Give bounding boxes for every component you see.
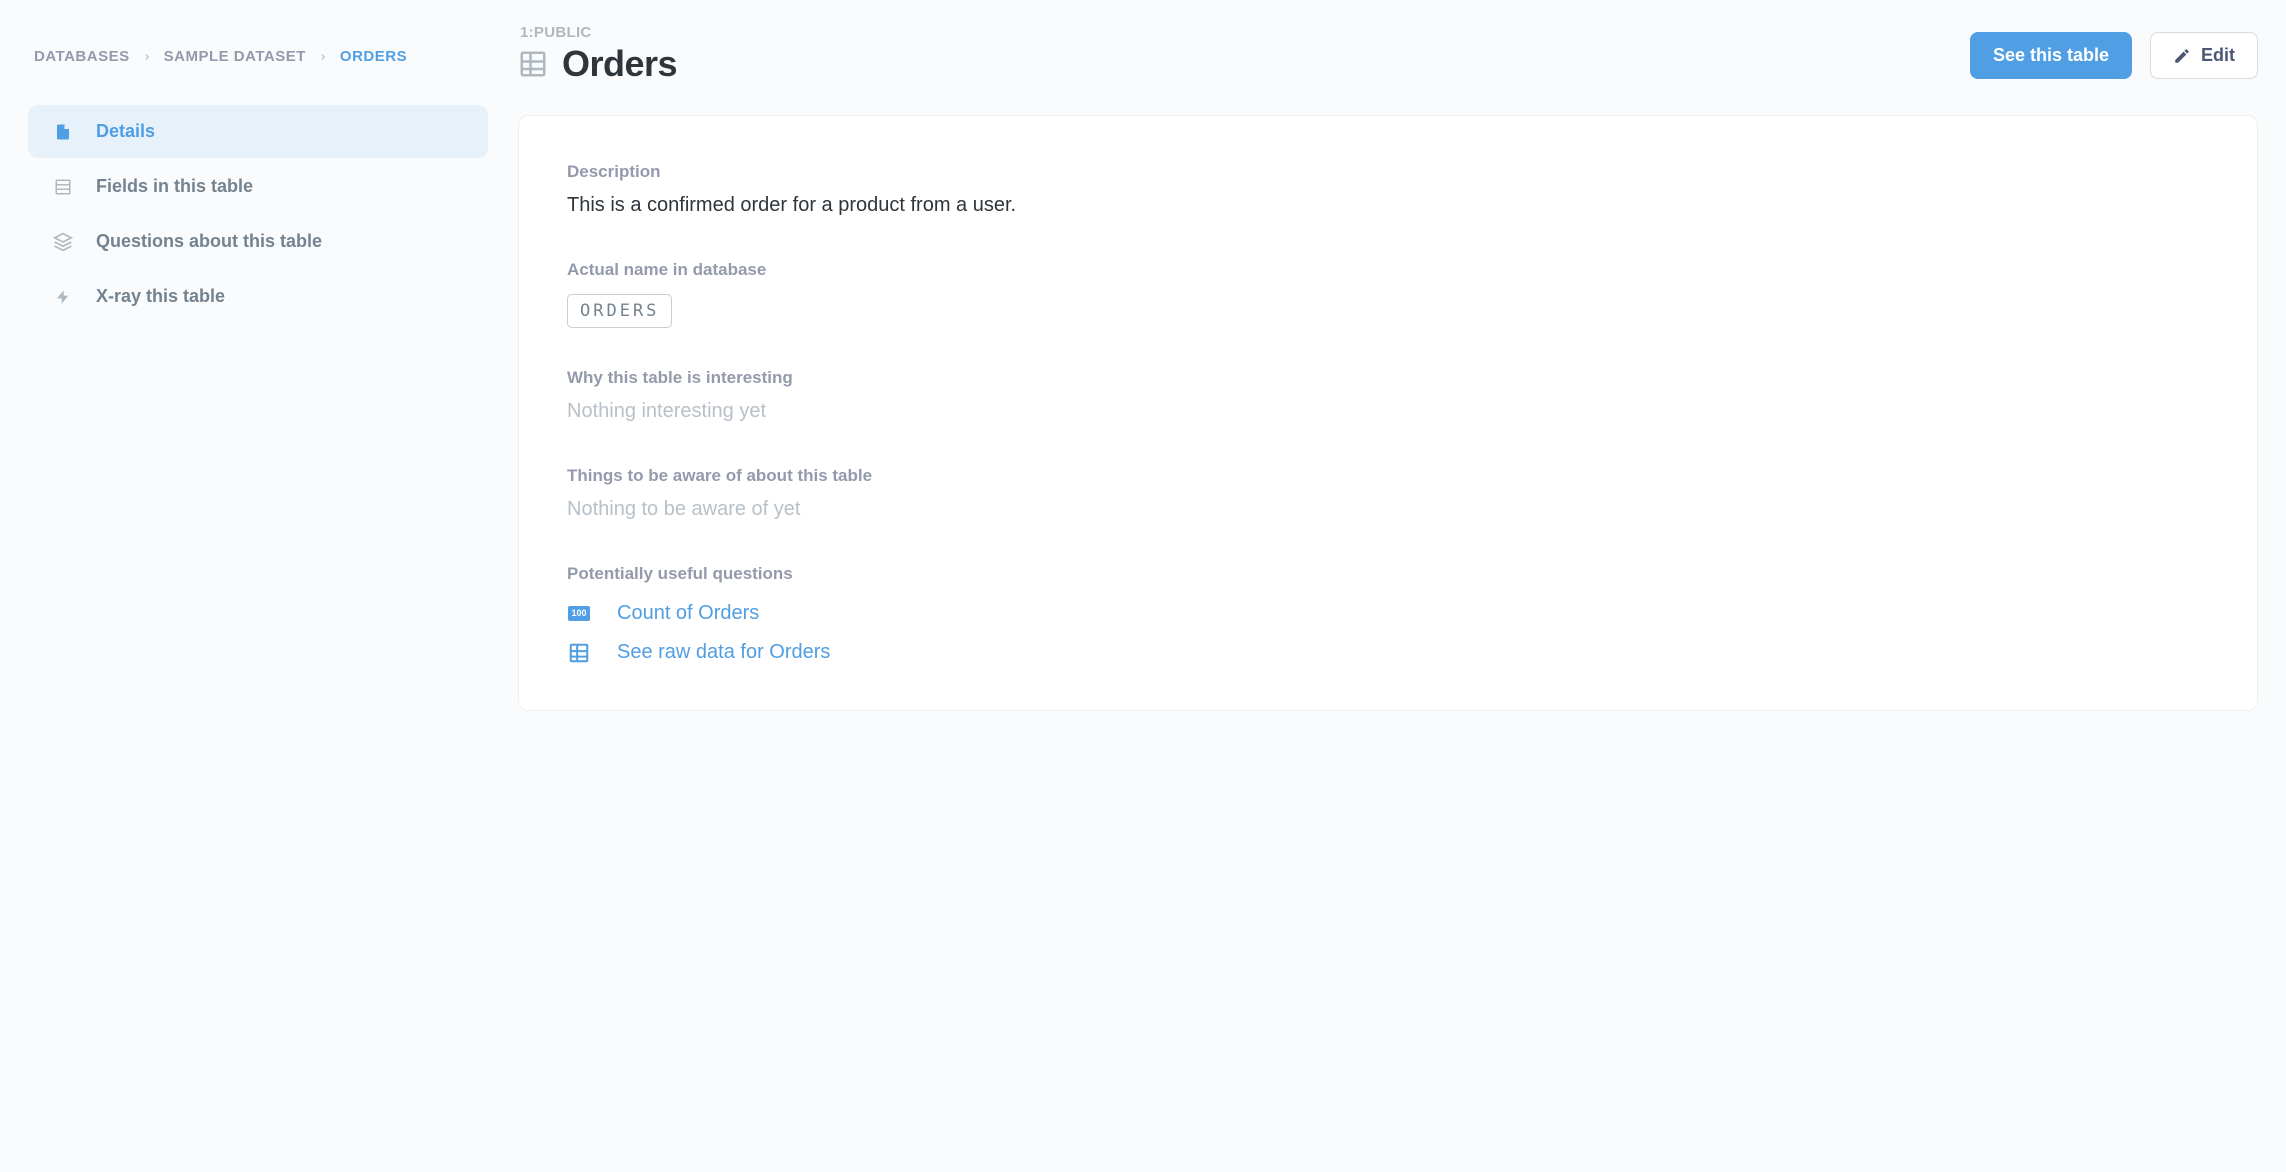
question-label: See raw data for Orders xyxy=(617,641,830,664)
edit-button[interactable]: Edit xyxy=(2150,32,2258,79)
actual-name-label: Actual name in database xyxy=(567,260,2209,280)
question-count-of-orders[interactable]: 100 Count of Orders xyxy=(567,602,2209,625)
fields-icon xyxy=(52,177,74,197)
breadcrumb-databases[interactable]: DATABASES xyxy=(34,48,130,65)
details-card: Description This is a confirmed order fo… xyxy=(518,115,2258,711)
sidebar-item-xray[interactable]: X-ray this table xyxy=(28,270,488,323)
interesting-text: Nothing interesting yet xyxy=(567,396,2209,426)
breadcrumb-orders[interactable]: ORDERS xyxy=(340,48,407,65)
count-icon: 100 xyxy=(567,606,591,621)
stack-icon xyxy=(52,232,74,252)
see-this-table-button[interactable]: See this table xyxy=(1970,32,2132,79)
questions-label: Potentially useful questions xyxy=(567,564,2209,584)
actual-name-value: ORDERS xyxy=(567,294,672,328)
sidebar-item-questions[interactable]: Questions about this table xyxy=(28,215,488,268)
sidebar-item-label: Fields in this table xyxy=(96,176,253,197)
table-icon xyxy=(567,642,591,664)
pencil-icon xyxy=(2173,47,2191,65)
question-see-raw-data[interactable]: See raw data for Orders xyxy=(567,641,2209,664)
description-text: This is a confirmed order for a product … xyxy=(567,190,2209,220)
description-label: Description xyxy=(567,162,2209,182)
sidebar-item-label: Questions about this table xyxy=(96,231,322,252)
sidebar-nav: Details Fields in this table Questions a… xyxy=(28,105,488,323)
sidebar-item-label: X-ray this table xyxy=(96,286,225,307)
chevron-right-icon xyxy=(318,52,328,62)
file-icon xyxy=(52,122,74,142)
bolt-icon xyxy=(52,287,74,307)
page-header: 1:PUBLIC Orders See this table Edit xyxy=(518,20,2258,85)
table-icon xyxy=(518,49,548,79)
schema-label: 1:PUBLIC xyxy=(518,24,1952,41)
chevron-right-icon xyxy=(142,52,152,62)
aware-label: Things to be aware of about this table xyxy=(567,466,2209,486)
question-label: Count of Orders xyxy=(617,602,759,625)
sidebar-item-fields[interactable]: Fields in this table xyxy=(28,160,488,213)
sidebar-item-label: Details xyxy=(96,121,155,142)
interesting-label: Why this table is interesting xyxy=(567,368,2209,388)
breadcrumb-sample-dataset[interactable]: SAMPLE DATASET xyxy=(164,48,306,65)
aware-text: Nothing to be aware of yet xyxy=(567,494,2209,524)
count-badge: 100 xyxy=(568,606,589,621)
sidebar-item-details[interactable]: Details xyxy=(28,105,488,158)
edit-button-label: Edit xyxy=(2201,45,2235,66)
page-title: Orders xyxy=(562,43,677,85)
breadcrumb: DATABASES SAMPLE DATASET ORDERS xyxy=(28,20,488,105)
